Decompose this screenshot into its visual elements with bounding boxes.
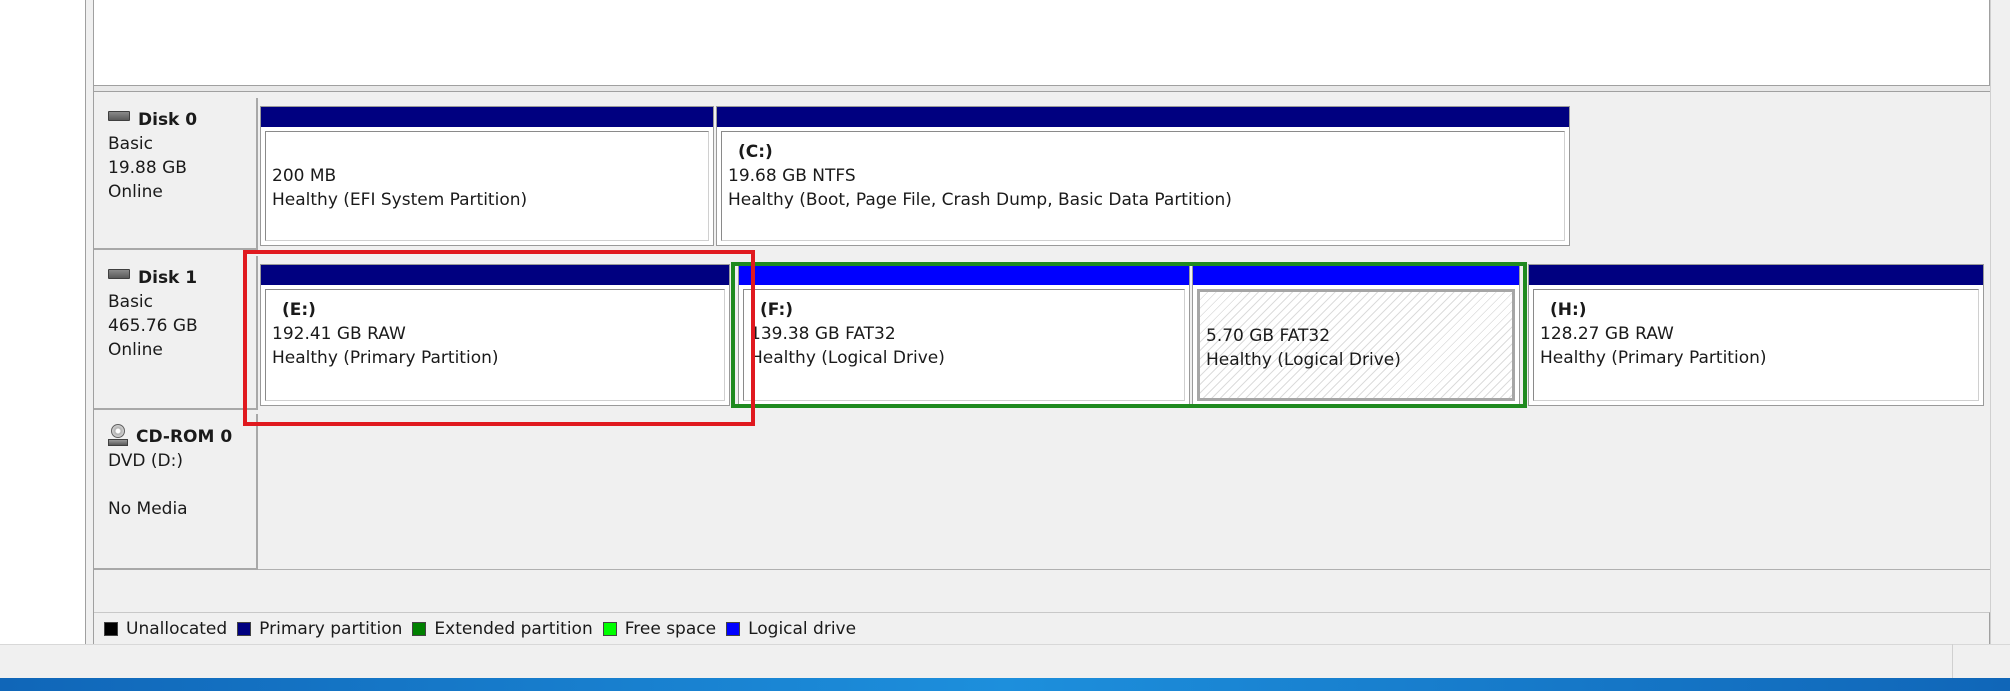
hard-disk-icon: [108, 111, 130, 121]
disk-status: Online: [108, 340, 163, 360]
legend-swatch: [726, 621, 741, 636]
legend-label: Extended partition: [434, 618, 593, 639]
partition-size: 19.68 GB NTFS: [728, 166, 856, 186]
partition-volume: (H:): [1550, 300, 1587, 320]
disk-size: [108, 473, 256, 497]
cd-rom-icon: [108, 424, 128, 446]
legend-label: Logical drive: [748, 618, 857, 639]
partition-status: Healthy (EFI System Partition): [272, 190, 528, 210]
partition-status: Healthy (Boot, Page File, Crash Dump, Ba…: [728, 190, 1232, 210]
partition-size: 128.27 GB RAW: [1540, 324, 1674, 344]
navigation-pane: [0, 0, 86, 644]
legend-label: Unallocated: [126, 618, 228, 639]
disk-type: Basic: [108, 134, 154, 154]
partition-volume: (C:): [738, 142, 773, 162]
status-bar-grip: [1952, 644, 2010, 678]
volume-list-view[interactable]: [94, 0, 1990, 86]
legend-swatch: [104, 621, 118, 636]
disk-1-label[interactable]: Disk 1 Basic 465.76 GB Online: [94, 256, 258, 410]
legend-swatch: [237, 621, 252, 636]
disk-status: No Media: [108, 499, 188, 519]
cd-rom-0-label[interactable]: CD-ROM 0 DVD (D:) No Media: [94, 414, 258, 570]
primary-partition-highlight: [243, 250, 755, 426]
legend-item-logical: Logical drive: [726, 619, 856, 639]
disk-type: Basic: [108, 292, 154, 312]
disk-type: DVD (D:): [108, 451, 183, 471]
legend-swatch: [602, 621, 617, 636]
legend-label: Free space: [624, 618, 717, 639]
partition-type-bar: [1529, 265, 1983, 285]
hard-disk-icon: [108, 269, 130, 279]
partition-type-bar: [261, 107, 713, 127]
legend-item-primary: Primary partition: [237, 619, 402, 639]
partition-size: 200 MB: [272, 166, 337, 186]
legend-item-free-space: Free space: [602, 618, 717, 639]
cd-rom-0-area: [258, 414, 1990, 570]
partition-type-bar: [717, 107, 1569, 127]
partition-h[interactable]: (H:) 128.27 GB RAW Healthy (Primary Part…: [1528, 264, 1984, 406]
legend-bar: Unallocated Primary partition Extended p…: [94, 612, 1990, 644]
partition-efi[interactable]: 200 MB Healthy (EFI System Partition): [260, 106, 714, 246]
partition-status: Healthy (Primary Partition): [1540, 348, 1767, 368]
vertical-scrollbar[interactable]: [1990, 0, 2010, 644]
disk-status: Online: [108, 182, 163, 202]
extended-partition-highlight: [731, 262, 1527, 408]
disk-name: Disk 0: [138, 110, 198, 130]
legend-swatch: [412, 621, 427, 636]
disk-name: CD-ROM 0: [136, 427, 233, 447]
disk-size: 465.76 GB: [108, 316, 198, 336]
legend-item-extended: Extended partition: [412, 618, 593, 639]
legend-label: Primary partition: [259, 618, 403, 639]
partition-volume: [272, 140, 708, 164]
status-bar: [0, 644, 2010, 678]
disk-name: Disk 1: [138, 268, 198, 288]
taskbar: [0, 678, 2010, 691]
disk-0-label[interactable]: Disk 0 Basic 19.88 GB Online: [94, 98, 258, 250]
partition-c[interactable]: (C:) 19.68 GB NTFS Healthy (Boot, Page F…: [716, 106, 1570, 246]
pane-divider: [86, 0, 94, 644]
legend-item-unallocated: Unallocated: [104, 619, 227, 639]
disk-size: 19.88 GB: [108, 158, 187, 178]
